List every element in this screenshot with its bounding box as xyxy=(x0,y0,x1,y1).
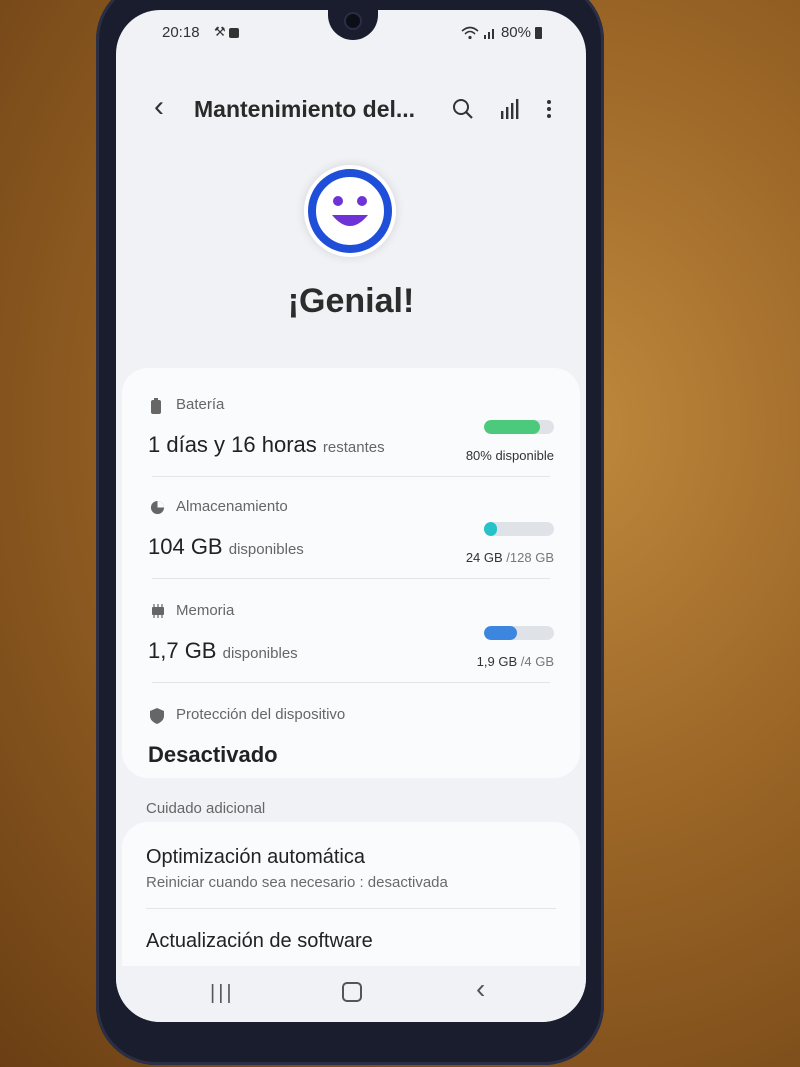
memory-unit: disponibles xyxy=(222,645,298,662)
smiley-face-icon xyxy=(304,165,396,257)
search-icon[interactable] xyxy=(452,98,474,120)
memory-value: 1,7 GB disponibles xyxy=(148,638,298,664)
battery-progress-bar xyxy=(484,420,554,434)
divider xyxy=(152,578,550,579)
memory-progress-fill xyxy=(484,626,518,640)
back-nav-icon[interactable]: ‹ xyxy=(476,975,485,1003)
task-check-icon xyxy=(229,27,240,38)
navigation-bar: ||| ‹ xyxy=(116,966,586,1022)
battery-label: Batería xyxy=(176,396,225,413)
battery-icon xyxy=(535,26,542,39)
memory-used: 1,9 GB xyxy=(476,654,518,669)
memory-item[interactable]: Memoria 1,7 GB disponibles 1,9 GB /4 GB xyxy=(148,602,554,682)
signal-bars-icon[interactable] xyxy=(500,99,520,119)
storage-amount: 104 GB xyxy=(148,534,223,559)
battery-value: 1 días y 16 horas restantes xyxy=(148,432,385,458)
screen: 20:18 ⚒ 80% ‹ Mantenimiento del... ¡Geni… xyxy=(116,10,586,1022)
battery-item-icon xyxy=(151,398,161,414)
auto-optimization-title: Optimización automática xyxy=(146,846,365,868)
battery-progress-fill xyxy=(484,420,540,434)
more-vert-icon[interactable] xyxy=(546,99,552,119)
wifi-icon xyxy=(461,26,479,39)
status-headline: ¡Genial! xyxy=(287,282,415,320)
battery-unit: restantes xyxy=(322,439,385,456)
storage-used: 24 GB xyxy=(465,550,503,565)
memory-usage: 1,9 GB /4 GB xyxy=(477,654,554,669)
battery-percent: 80% xyxy=(500,24,531,41)
page-title: Mantenimiento del... xyxy=(194,96,416,122)
auto-optimization-item[interactable]: Optimización automática Reiniciar cuando… xyxy=(122,822,580,908)
memory-label: Memoria xyxy=(176,602,235,619)
section-label: Cuidado adicional xyxy=(146,800,266,817)
back-icon[interactable]: ‹ xyxy=(154,92,164,122)
memory-chip-icon xyxy=(152,604,164,618)
status-time: 20:18 xyxy=(162,24,200,41)
status-bar: 20:18 ⚒ 80% xyxy=(162,24,542,44)
divider xyxy=(152,476,550,477)
divider xyxy=(152,682,550,683)
storage-progress-bar xyxy=(484,522,554,536)
software-update-title: Actualización de software xyxy=(146,930,373,952)
battery-available: 80% disponible xyxy=(465,448,554,463)
cell-signal-icon xyxy=(483,28,494,39)
memory-total: /4 GB xyxy=(520,654,554,669)
auto-optimization-subtitle: Reiniciar cuando sea necesario : desacti… xyxy=(146,874,448,891)
memory-progress-bar xyxy=(484,626,554,640)
shield-icon xyxy=(150,708,164,724)
memory-amount: 1,7 GB xyxy=(148,638,217,663)
storage-item[interactable]: Almacenamiento 104 GB disponibles 24 GB … xyxy=(148,498,554,578)
protection-value: Desactivado xyxy=(148,742,278,767)
storage-label: Almacenamiento xyxy=(176,498,288,515)
battery-item[interactable]: Batería 1 días y 16 horas restantes 80% … xyxy=(148,396,554,476)
home-icon[interactable] xyxy=(342,982,362,1006)
app-bar: ‹ Mantenimiento del... xyxy=(116,90,586,130)
device-care-card: Batería 1 días y 16 horas restantes 80% … xyxy=(122,368,580,778)
storage-usage: 24 GB /128 GB xyxy=(466,550,554,565)
pie-chart-icon xyxy=(150,500,165,515)
tools-icon: ⚒ xyxy=(214,24,226,39)
storage-unit: disponibles xyxy=(228,541,304,558)
recent-apps-icon[interactable]: ||| xyxy=(210,982,235,1004)
protection-label: Protección del dispositivo xyxy=(176,706,346,723)
storage-value: 104 GB disponibles xyxy=(148,534,304,560)
battery-time: 1 días y 16 horas xyxy=(148,432,317,457)
notification-icons: ⚒ xyxy=(214,24,240,40)
protection-item[interactable]: Protección del dispositivo Desactivado xyxy=(148,706,554,767)
storage-total: /128 GB xyxy=(506,550,554,565)
storage-progress-fill xyxy=(484,522,498,536)
